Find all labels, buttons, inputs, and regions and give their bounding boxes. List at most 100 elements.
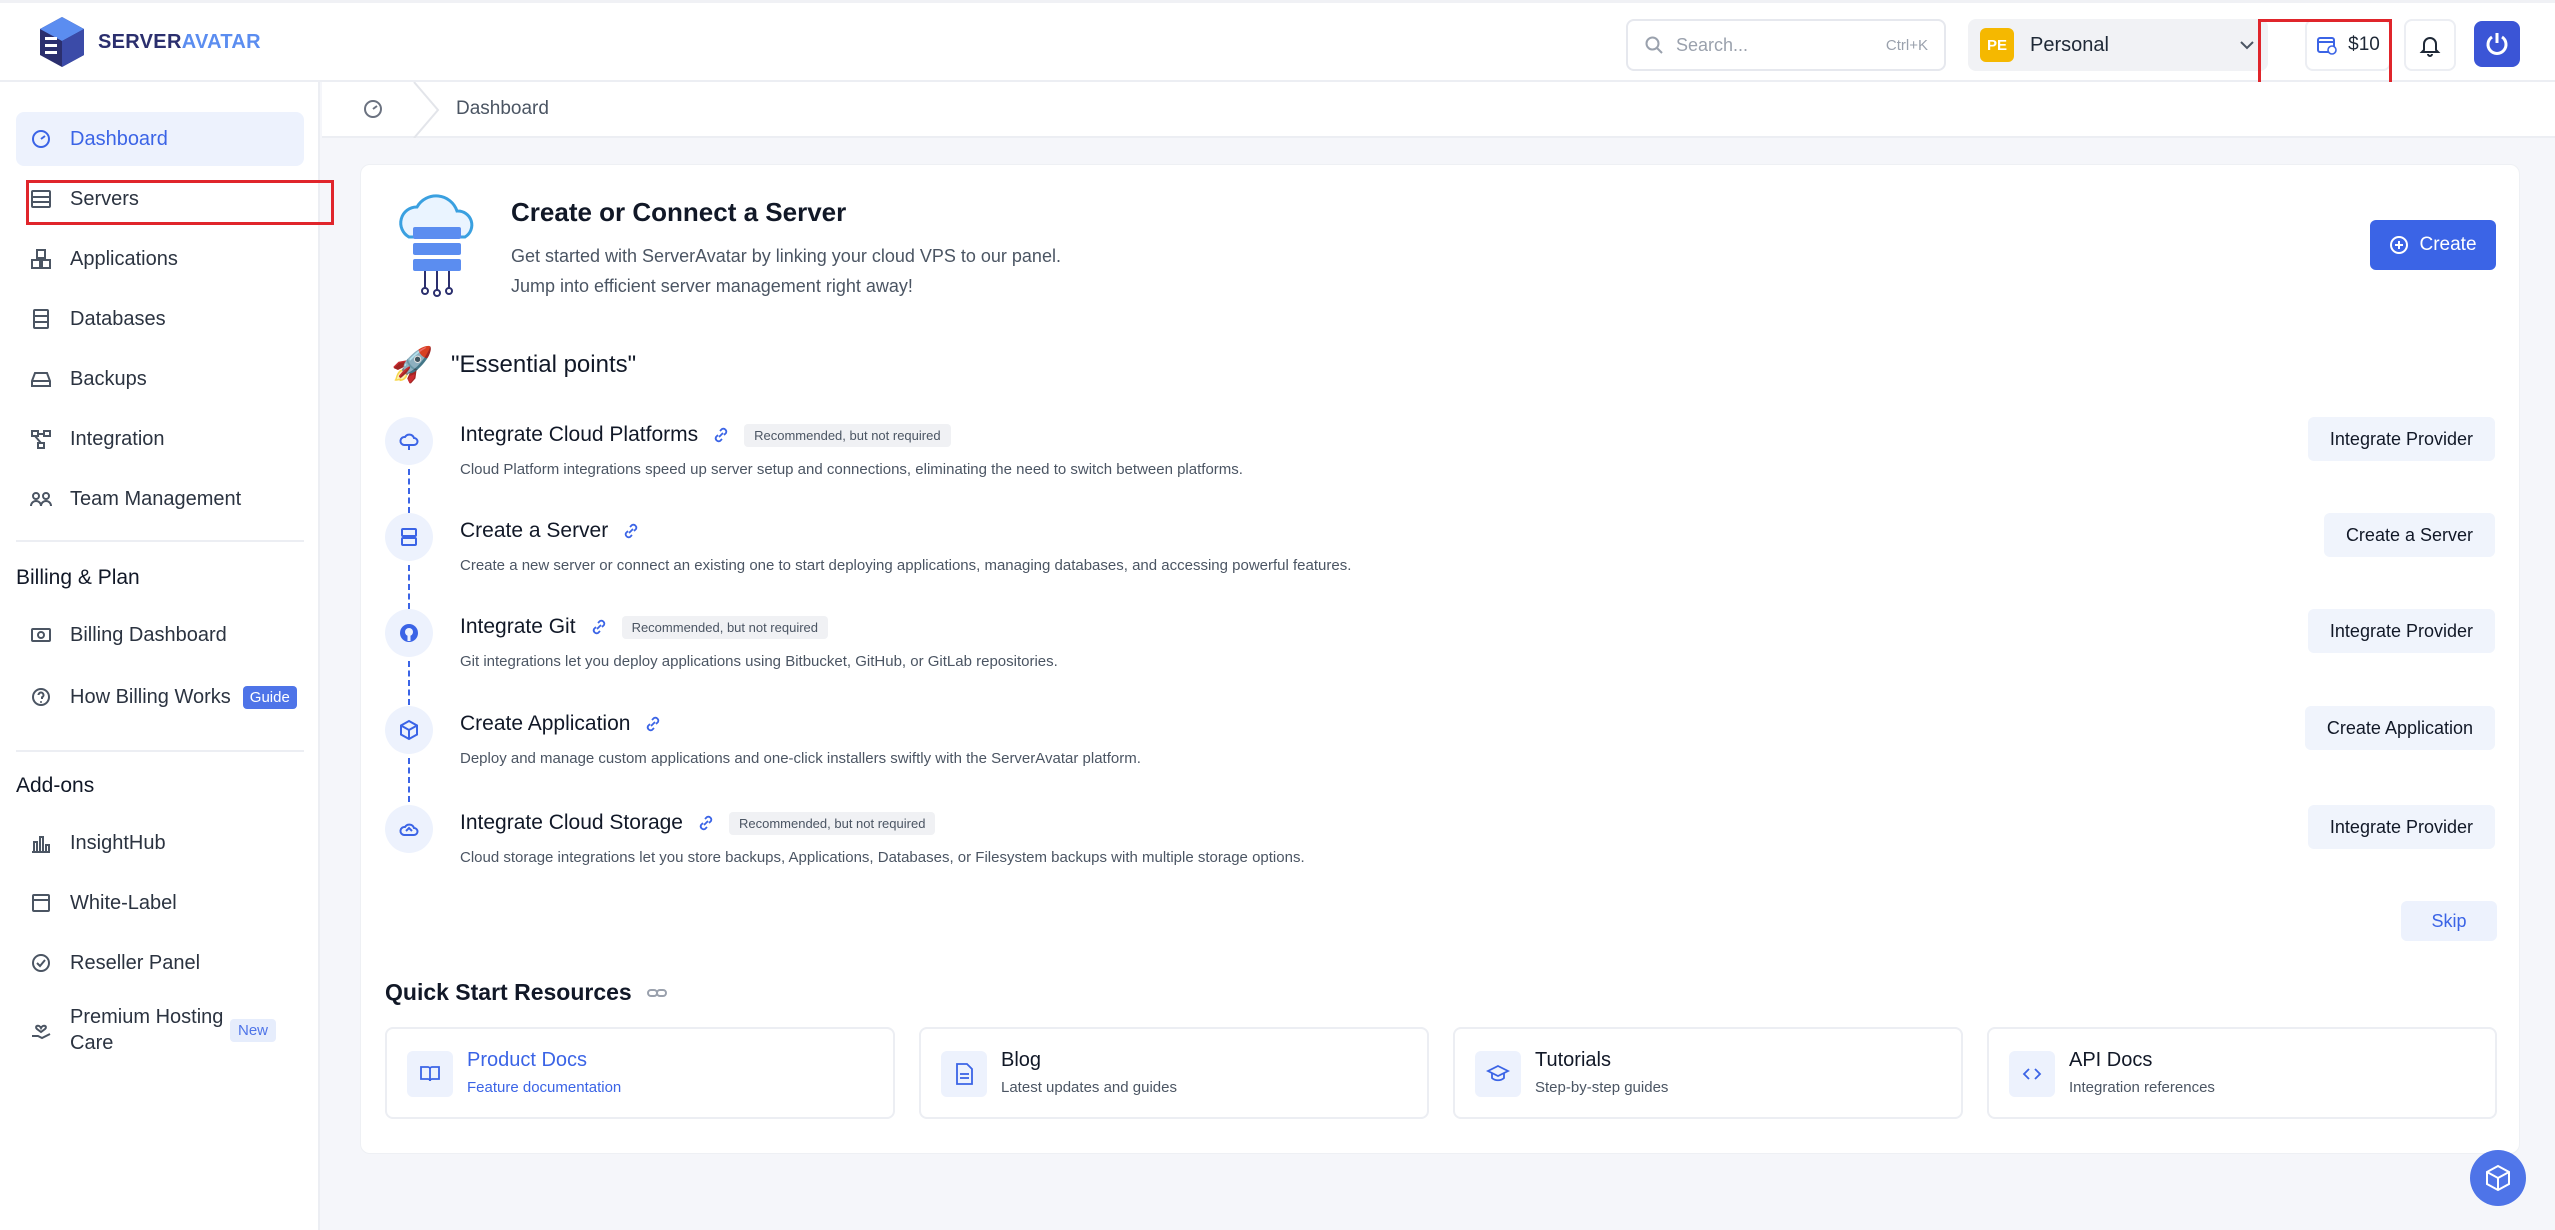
- notifications-button[interactable]: [2404, 19, 2456, 71]
- dashboard-home-icon[interactable]: [362, 98, 384, 120]
- resource-description: Feature documentation: [467, 1079, 622, 1096]
- step-icon: [385, 417, 433, 465]
- breadcrumb: Dashboard: [322, 82, 2555, 138]
- recommended-badge: Recommended, but not required: [744, 423, 951, 447]
- resource-product-docs[interactable]: Product Docs Feature documentation: [385, 1027, 895, 1119]
- resource-description: Integration references: [2069, 1079, 2215, 1096]
- hero-subtitle: Get started with ServerAvatar by linking…: [511, 241, 1061, 301]
- skip-button[interactable]: Skip: [2401, 901, 2497, 941]
- step-connector: [408, 469, 410, 513]
- resource-api-docs[interactable]: API Docs Integration references: [1987, 1027, 2497, 1119]
- hero-subtitle-line: Jump into efficient server management ri…: [511, 276, 913, 296]
- sidebar-item-label: Backups: [70, 367, 147, 390]
- logo-icon: [40, 17, 84, 67]
- create-server-button[interactable]: Create a Server: [2323, 513, 2495, 557]
- step-icon: [385, 513, 433, 561]
- resource-blog[interactable]: Blog Latest updates and guides: [919, 1027, 1429, 1119]
- sidebar-item-how-billing-works[interactable]: How Billing Works Guide: [16, 670, 304, 724]
- resource-tutorials[interactable]: Tutorials Step-by-step guides: [1453, 1027, 1963, 1119]
- recommended-badge: Recommended, but not required: [728, 811, 936, 835]
- sidebar-item-dashboard[interactable]: Dashboard: [16, 112, 304, 166]
- step-integrate-cloud-platforms: Integrate Cloud Platforms Recommended, bu…: [385, 417, 2495, 513]
- highlight-box: [26, 180, 334, 225]
- sidebar-item-team-management[interactable]: Team Management: [16, 472, 304, 526]
- drive-icon: [31, 372, 51, 387]
- integrate-provider-button[interactable]: Integrate Provider: [2307, 609, 2495, 653]
- highlight-box: [2258, 19, 2392, 85]
- link-icon[interactable]: [590, 618, 608, 636]
- step-connector: [408, 661, 410, 705]
- search-input[interactable]: Search... Ctrl+K: [1626, 19, 1946, 71]
- sidebar-item-label: Reseller Panel: [70, 951, 201, 974]
- sidebar-item-label: Dashboard: [70, 127, 168, 150]
- hand-heart-icon: [32, 1024, 51, 1040]
- bell-icon: [2419, 37, 2441, 57]
- user-avatar[interactable]: [2474, 21, 2520, 67]
- integrate-provider-button[interactable]: Integrate Provider: [2307, 805, 2495, 849]
- document-icon: [941, 1051, 987, 1097]
- link-icon[interactable]: [622, 522, 640, 540]
- step-icon: [385, 609, 433, 657]
- recommended-badge: Recommended, but not required: [621, 615, 829, 639]
- hero-title: Create or Connect a Server: [511, 197, 847, 227]
- sidebar-item-reseller-panel[interactable]: Reseller Panel: [16, 936, 304, 990]
- server-icon: [401, 528, 417, 546]
- sidebar-item-backups[interactable]: Backups: [16, 352, 304, 406]
- link-icon[interactable]: [697, 814, 715, 832]
- sidebar-item-applications[interactable]: Applications: [16, 232, 304, 286]
- money-icon: [31, 628, 51, 642]
- step-description: Git integrations let you deploy applicat…: [460, 653, 1058, 670]
- database-icon: [33, 309, 49, 329]
- workspace-badge: PE: [1980, 28, 2014, 62]
- step-description: Create a new server or connect an existi…: [460, 557, 1352, 574]
- workspace-selector[interactable]: PE Personal: [1968, 19, 2268, 71]
- onboarding-card: Create or Connect a Server Get started w…: [360, 164, 2520, 1154]
- link-icon[interactable]: [712, 426, 730, 444]
- step-icon: [385, 805, 433, 853]
- rocket-icon: 🚀: [391, 346, 434, 384]
- workspace-name: Personal: [2030, 33, 2109, 56]
- power-icon: [2486, 33, 2508, 55]
- help-circle-icon: [32, 688, 50, 706]
- step-title: Create a Server: [460, 519, 609, 542]
- logo[interactable]: SERVERAVATAR: [36, 15, 261, 69]
- sidebar-item-label: Databases: [70, 307, 166, 330]
- resource-description: Step-by-step guides: [1535, 1079, 1669, 1096]
- sidebar-item-premium-hosting-care[interactable]: Premium Hosting Care New: [16, 996, 304, 1064]
- sidebar-item-insighthub[interactable]: InsightHub: [16, 816, 304, 870]
- create-button[interactable]: Create: [2370, 220, 2496, 270]
- step-icon: [385, 706, 433, 754]
- essentials-title: "Essential points": [451, 351, 637, 378]
- help-chat-button[interactable]: [2470, 1150, 2526, 1206]
- plus-circle-icon: [2390, 236, 2409, 254]
- step-create-application: Create Application Deploy and manage cus…: [385, 706, 2495, 802]
- create-application-button[interactable]: Create Application: [2304, 706, 2495, 750]
- step-connector: [408, 565, 410, 609]
- link-icon[interactable]: [644, 715, 662, 733]
- step-description: Deploy and manage custom applications an…: [460, 750, 1141, 767]
- step-title: Integrate Cloud Storage: [460, 811, 683, 834]
- search-shortcut: Ctrl+K: [1885, 36, 1928, 54]
- sidebar-item-billing-dashboard[interactable]: Billing Dashboard: [16, 608, 304, 662]
- sidebar-item-label: Integration: [70, 427, 165, 450]
- logo-text: SERVERAVATAR: [98, 30, 261, 53]
- integrate-provider-button[interactable]: Integrate Provider: [2307, 417, 2495, 461]
- cloud-server-icon: [399, 194, 474, 297]
- step-create-server: Create a Server Create a new server or c…: [385, 513, 2495, 609]
- breadcrumb-separator-icon: [413, 82, 440, 138]
- breadcrumb-current: Dashboard: [456, 98, 549, 119]
- step-integrate-cloud-storage: Integrate Cloud Storage Recommended, but …: [385, 805, 2495, 891]
- sidebar-item-integration[interactable]: Integration: [16, 412, 304, 466]
- chevron-down-icon: [2240, 41, 2254, 50]
- hero-subtitle-line: Get started with ServerAvatar by linking…: [511, 246, 1061, 266]
- sidebar-item-label: How Billing Works: [70, 685, 231, 708]
- code-icon: [2009, 1051, 2055, 1097]
- sidebar-item-label: White-Label: [70, 891, 177, 914]
- quick-start-title: Quick Start Resources: [385, 979, 668, 1006]
- sidebar-item-white-label[interactable]: White-Label: [16, 876, 304, 930]
- graduation-cap-icon: [1475, 1051, 1521, 1097]
- sidebar-divider: [16, 540, 304, 542]
- sidebar-item-databases[interactable]: Databases: [16, 292, 304, 346]
- step-description: Cloud storage integrations let you store…: [460, 849, 1305, 866]
- create-button-label: Create: [2419, 234, 2477, 255]
